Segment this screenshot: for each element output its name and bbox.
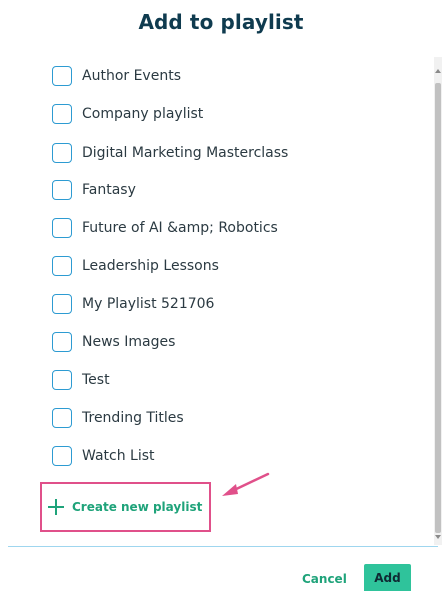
playlist-scroll-area: Author Events Company playlist Digital M… bbox=[0, 57, 442, 545]
playlist-list: Author Events Company playlist Digital M… bbox=[0, 57, 430, 545]
annotation-arrow-icon bbox=[222, 472, 270, 496]
cancel-button[interactable]: Cancel bbox=[302, 572, 347, 586]
playlist-label: Digital Marketing Masterclass bbox=[82, 145, 289, 161]
playlist-item[interactable]: Future of AI &amp; Robotics bbox=[52, 216, 278, 240]
playlist-label: Trending Titles bbox=[82, 410, 184, 426]
playlist-item[interactable]: Test bbox=[52, 368, 110, 392]
playlist-checkbox[interactable] bbox=[52, 66, 72, 86]
scroll-up-icon[interactable] bbox=[435, 69, 441, 73]
playlist-label: Leadership Lessons bbox=[82, 258, 219, 274]
plus-icon bbox=[47, 498, 65, 516]
dialog-footer: Cancel Add bbox=[0, 548, 442, 591]
playlist-label: Author Events bbox=[82, 68, 181, 84]
vertical-scrollbar[interactable] bbox=[434, 57, 442, 545]
scroll-down-icon[interactable] bbox=[435, 535, 441, 539]
dialog-title: Add to playlist bbox=[138, 10, 304, 34]
playlist-label: Test bbox=[82, 372, 110, 388]
create-new-playlist-label: Create new playlist bbox=[72, 500, 203, 514]
playlist-checkbox[interactable] bbox=[52, 104, 72, 124]
footer-divider bbox=[8, 546, 438, 547]
playlist-label: My Playlist 521706 bbox=[82, 296, 215, 312]
playlist-checkbox[interactable] bbox=[52, 408, 72, 428]
playlist-label: Fantasy bbox=[82, 182, 136, 198]
playlist-checkbox[interactable] bbox=[52, 332, 72, 352]
playlist-label: Future of AI &amp; Robotics bbox=[82, 220, 278, 236]
add-to-playlist-dialog: Add to playlist Author Events Company pl… bbox=[0, 0, 442, 591]
playlist-checkbox[interactable] bbox=[52, 370, 72, 390]
playlist-checkbox[interactable] bbox=[52, 256, 72, 276]
playlist-checkbox[interactable] bbox=[52, 294, 72, 314]
playlist-label: News Images bbox=[82, 334, 176, 350]
playlist-item[interactable]: News Images bbox=[52, 330, 175, 354]
playlist-item[interactable]: Digital Marketing Masterclass bbox=[52, 141, 288, 165]
playlist-checkbox[interactable] bbox=[52, 218, 72, 238]
playlist-item[interactable]: Trending Titles bbox=[52, 406, 184, 430]
playlist-item[interactable]: Fantasy bbox=[52, 178, 136, 202]
playlist-label: Company playlist bbox=[82, 106, 204, 122]
playlist-checkbox[interactable] bbox=[52, 446, 72, 466]
playlist-label: Watch List bbox=[82, 448, 155, 464]
add-button[interactable]: Add bbox=[364, 564, 411, 591]
playlist-item[interactable]: My Playlist 521706 bbox=[52, 292, 214, 316]
playlist-item[interactable]: Company playlist bbox=[52, 102, 203, 126]
playlist-item[interactable]: Author Events bbox=[52, 64, 181, 88]
playlist-checkbox[interactable] bbox=[52, 143, 72, 163]
playlist-item[interactable]: Watch List bbox=[52, 444, 155, 468]
scrollbar-thumb[interactable] bbox=[435, 83, 441, 533]
playlist-item[interactable]: Leadership Lessons bbox=[52, 254, 219, 278]
create-new-playlist-button[interactable]: Create new playlist bbox=[40, 482, 211, 532]
playlist-checkbox[interactable] bbox=[52, 180, 72, 200]
